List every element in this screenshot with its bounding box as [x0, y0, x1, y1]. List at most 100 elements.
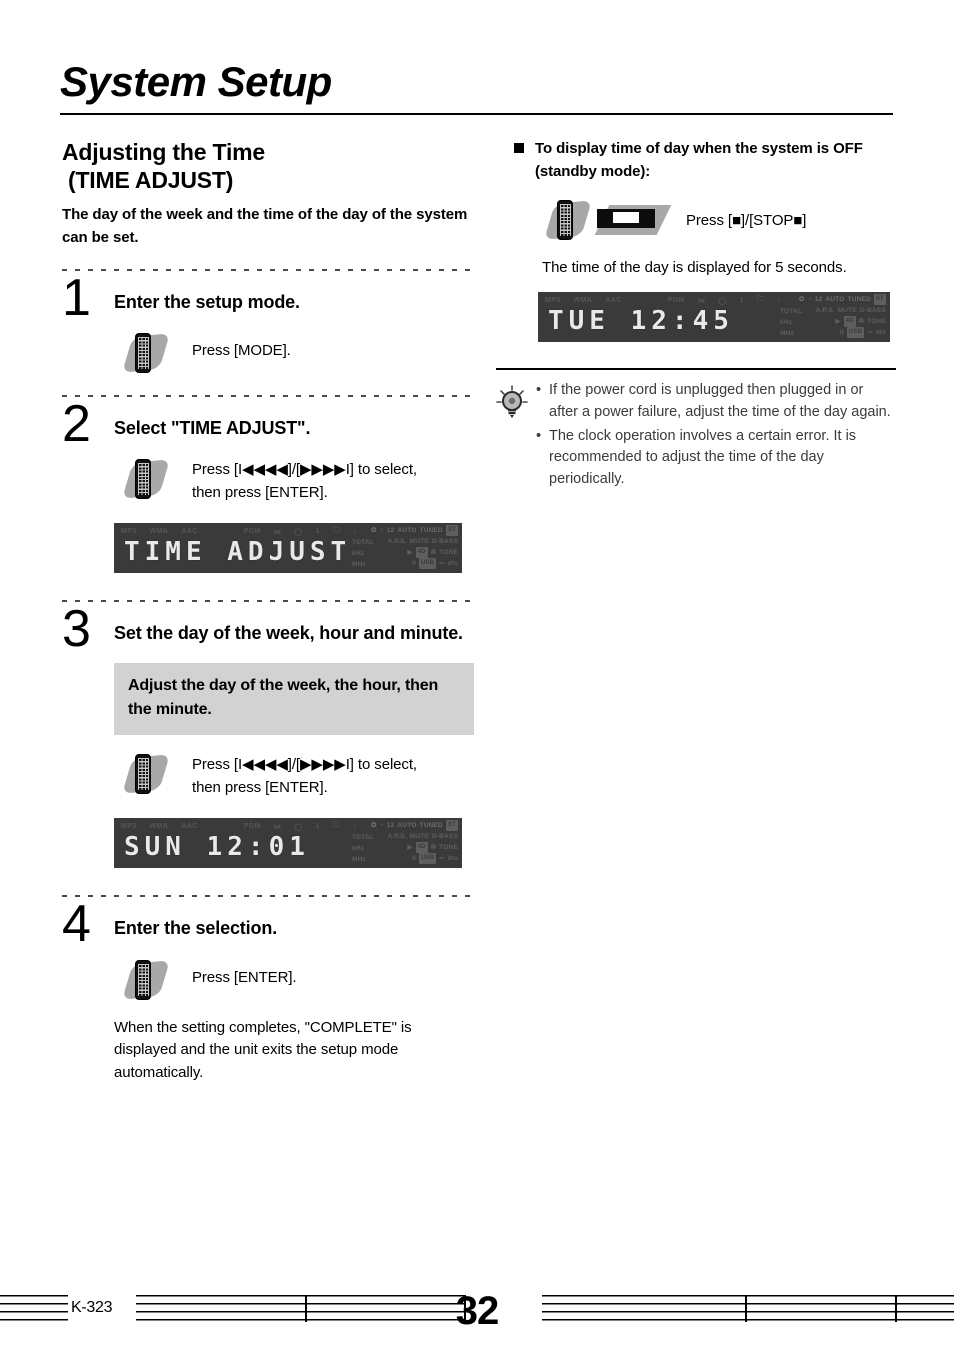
lcd-aac-indicator: AAC — [181, 528, 198, 536]
step-divider — [62, 890, 476, 903]
lcd-pgm-indicator: PGM — [667, 297, 685, 304]
lcd-display-sun: MP3 WMA AAC PGM ⋈ ◯ 1 🗀 ♪ SUN 12:01 ✪ ◔ … — [114, 818, 462, 869]
remote-body — [557, 200, 573, 240]
section-intro: The day of the week and the time of the … — [62, 206, 468, 247]
step-callout: Adjust the day of the week, the hour, th… — [114, 663, 474, 736]
remote-control-icon — [543, 197, 593, 243]
unit-display-panel — [613, 212, 639, 223]
lcd-stereo-indicator: ST — [445, 820, 458, 832]
remote-control-icon — [121, 957, 171, 1003]
step-action: Press [MODE]. — [114, 330, 476, 376]
lcd-dts-indicator: dts — [447, 560, 458, 568]
lcd-4d-indicator: 4D — [415, 547, 428, 559]
lcd-auto-indicator: AUTO — [825, 296, 845, 303]
tip-text: The clock operation involves a certain e… — [549, 427, 857, 488]
manual-page: System Setup Adjusting the Time (TIME AD… — [0, 0, 954, 1354]
step-note: When the setting completes, "COMPLETE" i… — [114, 1018, 412, 1082]
lcd-repeat-icon: ◯ — [718, 297, 727, 305]
tip-item: • The clock operation involves a certain… — [536, 426, 894, 491]
lcd-12-indicator: 12 — [386, 527, 395, 535]
tip-list: • If the power cord is unplugged then pl… — [536, 380, 894, 493]
lcd-mute-indicator: MUTE — [837, 307, 857, 314]
lcd-tone-indicator: TONE — [439, 844, 458, 852]
standby-action-row: Press [■]/[STOP■] — [514, 197, 894, 243]
unit-foot-right — [648, 216, 653, 219]
lcd-left-units: TOTAL kHz MHz — [352, 832, 374, 865]
lcd-mp3-indicator: MP3 — [545, 297, 561, 304]
remote-body — [135, 332, 151, 373]
lcd-pgm-indicator: PGM — [243, 823, 261, 831]
lcd-usb-symbol-icon: ⎓ — [439, 855, 445, 863]
lcd-status-row-1: ✪ ◔ 12 AUTO TUNED ST — [352, 525, 458, 537]
bullet-square-icon — [514, 143, 524, 153]
step-1: 1 Enter the setup mode. Press [MODE]. — [62, 272, 476, 376]
remote-control-icon — [121, 456, 171, 502]
lcd-wma-indicator: WMA — [573, 297, 593, 304]
step-action-text: Press [MODE]. — [192, 341, 291, 359]
lcd-khz-indicator: kHz — [352, 550, 365, 558]
step-4: 4 Enter the selection. Press [ENTER]. Wh… — [62, 898, 476, 1085]
lcd-wma-indicator: WMA — [149, 528, 169, 536]
lcd-auto-indicator: AUTO — [397, 527, 417, 535]
remote-keys — [559, 204, 571, 236]
left-column: Adjusting the Time (TIME ADJUST) The day… — [62, 138, 476, 1085]
standby-heading-text: To display time of day when the system i… — [535, 140, 863, 180]
lcd-tuned-indicator: TUNED — [419, 822, 443, 830]
lcd-shuffle-icon: ⋈ — [697, 297, 706, 305]
lcd-timer-icon: ◔ — [807, 296, 812, 303]
tip-bullet: • — [536, 427, 542, 444]
lcd-play-icon: ▶ — [407, 549, 413, 557]
lcd-play-icon: ▶ — [407, 844, 413, 852]
step-action: Press [ENTER]. — [114, 957, 476, 1003]
lcd-disc-icon: ✇ — [858, 318, 865, 325]
step-action: Press [I◀◀◀◀]/[▶▶▶▶I] to select, then pr… — [114, 751, 476, 800]
lcd-repeat-icon: ◯ — [294, 823, 303, 831]
page-footer: K-323 32 — [0, 1289, 954, 1343]
lcd-left-units: TOTAL kHz MHz — [352, 537, 374, 570]
lcd-aps-indicator: A.P.S. — [815, 307, 835, 314]
tip-bullet: • — [536, 382, 542, 398]
tip-box: • If the power cord is unplugged then pl… — [496, 380, 894, 493]
lcd-usb-indicator: USB — [418, 853, 437, 865]
lcd-auto-indicator: AUTO — [397, 822, 417, 830]
lcd-pause-icon: II — [411, 855, 416, 863]
step-heading: Select "TIME ADJUST". — [114, 417, 311, 438]
lcd-mhz-indicator: MHz — [352, 856, 366, 864]
remote-body — [135, 959, 151, 1000]
remote-control-icon — [121, 751, 171, 797]
step-divider — [62, 389, 476, 402]
lcd-folder-icon: 🗀 — [756, 296, 765, 303]
lcd-aac-indicator: AAC — [605, 297, 622, 304]
remote-body — [135, 754, 151, 795]
lcd-display-tue: MP3 WMA AAC PGM ⋈ ◯ 1 🗀 ♪ TUE 12:45 ✪ ◔ — [538, 292, 890, 342]
step-number: 2 — [62, 394, 91, 453]
right-column: To display time of day when the system i… — [496, 138, 896, 493]
standby-section-heading: To display time of day when the system i… — [514, 138, 894, 183]
lcd-khz-indicator: kHz — [352, 845, 365, 853]
lcd-usb-symbol-icon: ⎓ — [439, 560, 445, 568]
lcd-usb-indicator: USB — [418, 558, 437, 570]
lcd-sleep-icon: ✪ — [798, 296, 805, 303]
stereo-unit-icon — [592, 197, 672, 243]
remote-keys — [137, 463, 149, 496]
lcd-aps-indicator: A.P.S. — [387, 833, 407, 841]
lcd-sleep-icon: ✪ — [370, 822, 377, 830]
remote-body — [135, 459, 151, 500]
lcd-status-indicators: ✪ ◔ 12 AUTO TUNED ST A.P.S. MUTE D-BASS … — [352, 820, 458, 866]
tip-item: • If the power cord is unplugged then pl… — [536, 380, 894, 424]
lcd-aac-indicator: AAC — [181, 823, 198, 831]
lcd-codec-indicators: MP3 WMA AAC — [121, 528, 198, 535]
lcd-track-one-indicator: 1 — [739, 297, 744, 304]
lcd-shuffle-icon: ⋈ — [273, 823, 282, 831]
lcd-dbass-indicator: D-BASS — [859, 307, 886, 314]
lcd-codec-indicators: MP3 WMA AAC — [545, 297, 622, 304]
page-number: 32 — [455, 1289, 500, 1333]
standby-press-text: Press [■]/[STOP■] — [686, 211, 807, 229]
step-number: 3 — [62, 600, 91, 659]
remote-control-icon — [121, 330, 171, 376]
lcd-status-row-1: ✪ ◔ 12 AUTO TUNED ST — [352, 820, 458, 832]
lcd-mhz-indicator: MHz — [352, 561, 366, 569]
step-action-text: Press [ENTER]. — [192, 968, 297, 986]
lcd-12-indicator: 12 — [386, 822, 395, 830]
lcd-status-indicators: ✪ ◔ 12 AUTO TUNED ST A.P.S. MUTE D-BASS … — [780, 294, 886, 340]
